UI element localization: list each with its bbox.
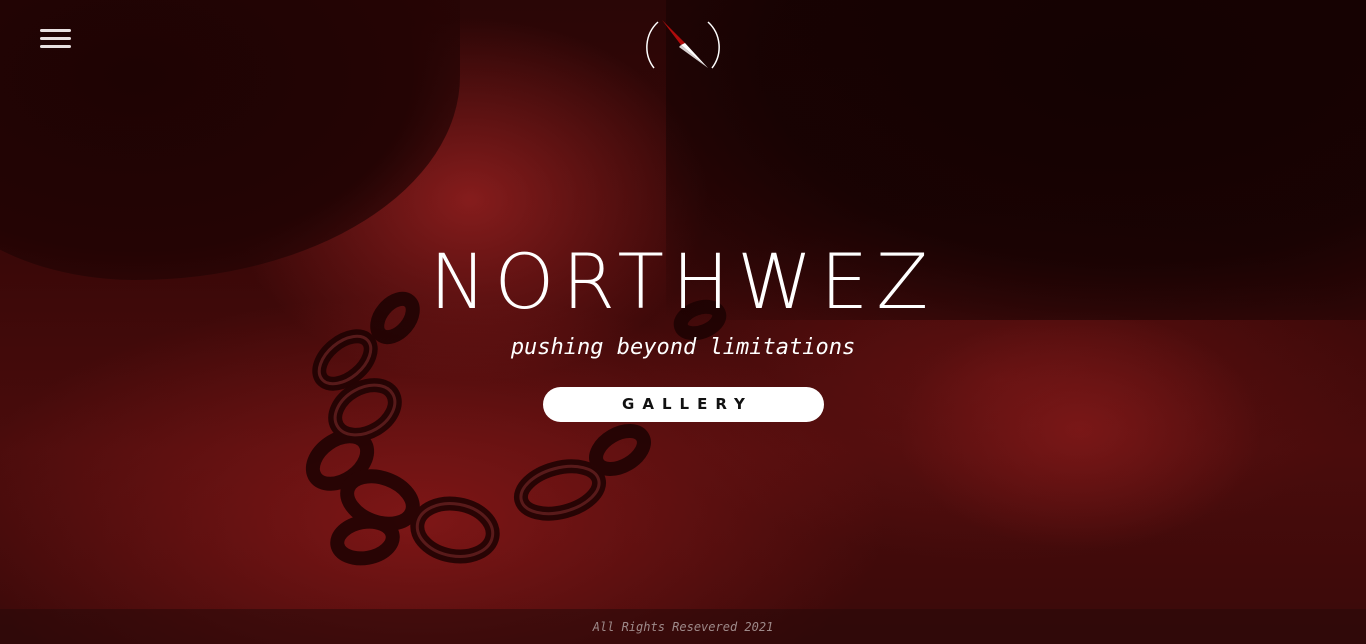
menu-bar-bottom bbox=[40, 45, 71, 48]
site-tagline: pushing beyond limitations bbox=[510, 335, 856, 360]
compass-needle-icon[interactable] bbox=[646, 14, 720, 72]
hamburger-menu-icon[interactable] bbox=[40, 28, 72, 52]
hero-section: NORTHWEZ pushing beyond limitations GALL… bbox=[0, 0, 1366, 644]
copyright-text: All Rights Resevered 2021 bbox=[592, 620, 774, 634]
site-title: NORTHWEZ bbox=[429, 237, 937, 326]
menu-bar-top bbox=[40, 29, 71, 32]
footer: All Rights Resevered 2021 bbox=[0, 609, 1366, 644]
menu-bar-middle bbox=[40, 37, 71, 40]
gallery-button[interactable]: GALLERY bbox=[543, 387, 824, 422]
